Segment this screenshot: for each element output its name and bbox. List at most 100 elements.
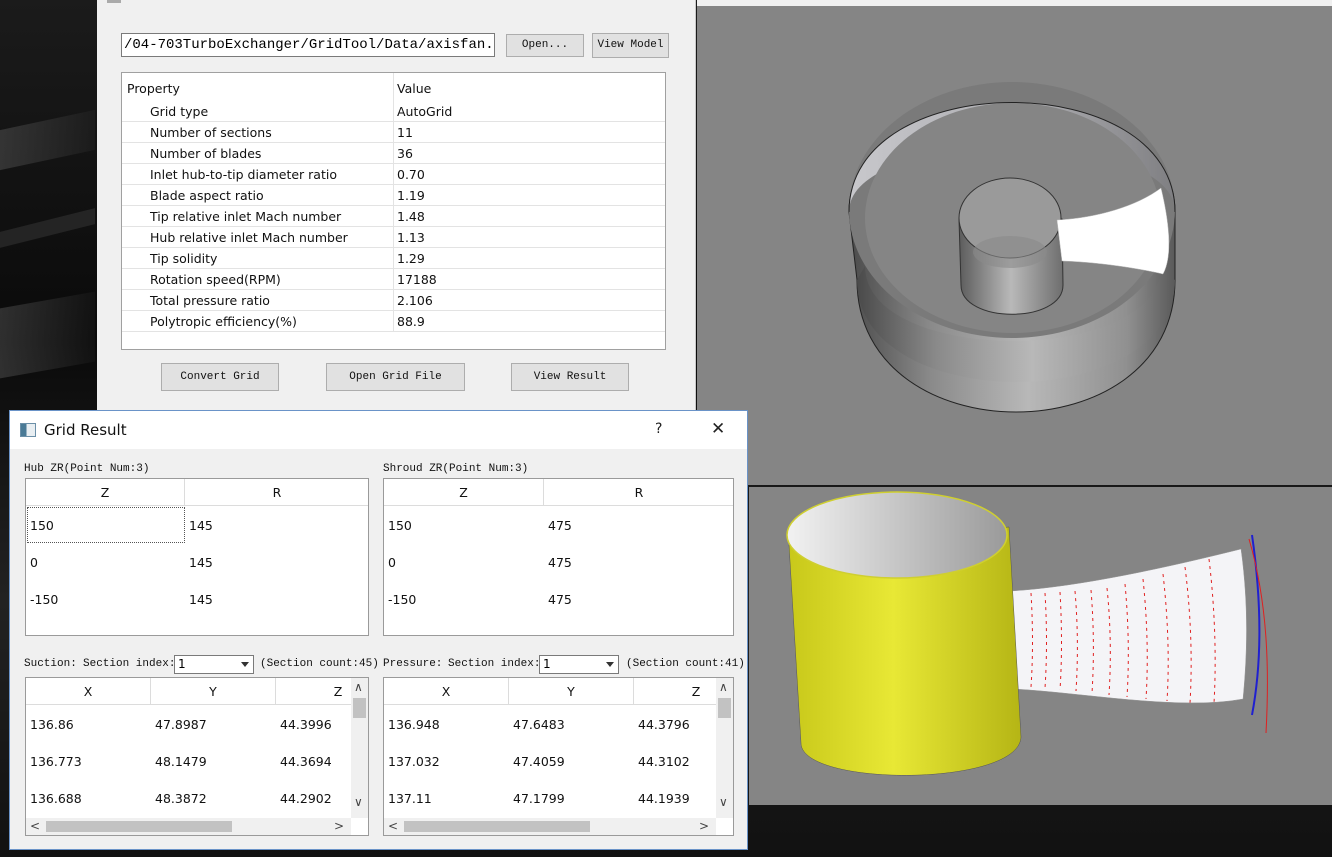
suction-section-index-select[interactable]: 1 (174, 655, 254, 674)
file-path-input[interactable]: /04-703TurboExchanger/GridTool/Data/axis… (121, 33, 495, 57)
property-row[interactable]: Inlet hub-to-tip diameter ratio 0.70 (122, 164, 665, 185)
table-cell[interactable]: 47.8987 (155, 717, 207, 732)
property-value: AutoGrid (397, 104, 453, 119)
view-result-button[interactable]: View Result (511, 363, 629, 391)
pressure-section-index-select[interactable]: 1 (539, 655, 619, 674)
table-header: Property Value (122, 73, 665, 101)
property-name: Polytropic efficiency(%) (150, 314, 297, 329)
shroud-table[interactable]: Z R 150 475 0 475 -150 475 (383, 478, 734, 636)
table-cell[interactable]: 475 (548, 592, 572, 607)
scroll-thumb[interactable] (404, 821, 590, 832)
desktop-background (0, 109, 95, 171)
suction-table[interactable]: X Y Z 136.86 47.8987 44.3996 136.773 48.1479 44.… (25, 677, 369, 836)
column-divider (393, 101, 394, 122)
column-header[interactable]: R (544, 479, 733, 506)
table-cell[interactable]: 0 (388, 555, 396, 570)
chevron-right-icon[interactable]: > (334, 820, 344, 832)
table-cell[interactable]: 47.6483 (513, 717, 565, 732)
table-cell[interactable]: 137.11 (388, 791, 432, 806)
close-icon[interactable]: ✕ (711, 419, 725, 439)
property-row[interactable]: Rotation speed(RPM) 17188 (122, 269, 665, 290)
model-viewport[interactable] (697, 0, 1332, 485)
table-cell[interactable]: 44.3796 (638, 717, 690, 732)
table-cell[interactable]: 475 (548, 555, 572, 570)
horizontal-scrollbar[interactable]: < > (26, 818, 351, 835)
property-row[interactable]: Total pressure ratio 2.106 (122, 290, 665, 311)
column-header[interactable]: Y (151, 678, 276, 705)
property-row[interactable]: Hub relative inlet Mach number 1.13 (122, 227, 665, 248)
chevron-up-icon[interactable]: ∧ (354, 681, 363, 693)
chevron-right-icon[interactable]: > (699, 820, 709, 832)
column-header[interactable]: X (384, 678, 509, 705)
chevron-down-icon[interactable]: ∨ (354, 796, 363, 808)
table-cell[interactable]: 48.1479 (155, 754, 207, 769)
table-cell[interactable]: 44.3996 (280, 717, 332, 732)
vertical-scrollbar[interactable]: ∧ ∨ (716, 678, 733, 818)
help-button[interactable]: ? (655, 421, 662, 437)
property-value: 17188 (397, 272, 437, 287)
suction-section-index-value: 1 (178, 657, 186, 671)
table-cell[interactable]: 136.773 (30, 754, 82, 769)
selected-cell[interactable] (27, 507, 185, 543)
open-button[interactable]: Open... (506, 34, 584, 57)
chevron-up-icon[interactable]: ∧ (719, 681, 728, 693)
table-cell[interactable]: 136.948 (388, 717, 440, 732)
blade-viewport[interactable] (749, 487, 1332, 805)
table-cell[interactable]: 145 (189, 555, 213, 570)
table-cell[interactable]: 44.1939 (638, 791, 690, 806)
scroll-thumb[interactable] (46, 821, 232, 832)
table-cell[interactable]: 44.2902 (280, 791, 332, 806)
open-grid-file-button[interactable]: Open Grid File (326, 363, 465, 391)
table-cell[interactable]: 48.3872 (155, 791, 207, 806)
table-cell[interactable]: 150 (388, 518, 412, 533)
viewport-border (697, 0, 1332, 6)
view-model-button[interactable]: View Model (592, 33, 669, 58)
app-icon (20, 423, 36, 437)
property-name: Number of blades (150, 146, 262, 161)
convert-grid-button[interactable]: Convert Grid (161, 363, 279, 391)
column-header[interactable]: Y (509, 678, 634, 705)
property-row[interactable]: Tip solidity 1.29 (122, 248, 665, 269)
property-row[interactable]: Polytropic efficiency(%) 88.9 (122, 311, 665, 332)
property-table: Property Value Grid type AutoGrid Number o… (121, 72, 666, 350)
chevron-down-icon[interactable]: ∨ (719, 796, 728, 808)
property-value: 36 (397, 146, 413, 161)
property-row[interactable]: Number of blades 36 (122, 143, 665, 164)
column-header[interactable]: R (185, 479, 368, 506)
pressure-table[interactable]: X Y Z 136.948 47.6483 44.3796 137.032 47.4059 44… (383, 677, 734, 836)
table-cell[interactable]: 136.86 (30, 717, 74, 732)
hub-table[interactable]: Z R 150 145 0 145 -150 145 (25, 478, 369, 636)
table-cell[interactable]: 145 (189, 592, 213, 607)
chevron-left-icon[interactable]: < (30, 820, 40, 832)
horizontal-scrollbar[interactable]: < > (384, 818, 716, 835)
table-cell[interactable]: -150 (30, 592, 58, 607)
vertical-scrollbar[interactable]: ∧ ∨ (351, 678, 368, 818)
scroll-thumb[interactable] (718, 698, 731, 718)
table-cell[interactable]: 137.032 (388, 754, 440, 769)
column-header[interactable]: Z (26, 479, 185, 506)
property-row[interactable]: Grid type AutoGrid (122, 101, 665, 122)
table-cell[interactable]: 136.688 (30, 791, 82, 806)
table-cell[interactable]: 44.3694 (280, 754, 332, 769)
table-cell[interactable]: 44.3102 (638, 754, 690, 769)
table-cell[interactable]: -150 (388, 592, 416, 607)
property-value: 88.9 (397, 314, 425, 329)
pressure-section-index-value: 1 (543, 657, 551, 671)
table-cell[interactable]: 145 (189, 518, 213, 533)
column-header[interactable]: Z (384, 479, 544, 506)
column-header[interactable]: X (26, 678, 151, 705)
window-icon (107, 0, 121, 3)
chevron-left-icon[interactable]: < (388, 820, 398, 832)
property-row[interactable]: Number of sections 11 (122, 122, 665, 143)
suction-label: Suction: (24, 658, 77, 670)
table-cell[interactable]: 475 (548, 518, 572, 533)
property-value: 1.13 (397, 230, 425, 245)
scroll-thumb[interactable] (353, 698, 366, 718)
property-row[interactable]: Tip relative inlet Mach number 1.48 (122, 206, 665, 227)
table-cell[interactable]: 0 (30, 555, 38, 570)
table-cell[interactable]: 47.1799 (513, 791, 565, 806)
table-cell[interactable]: 47.4059 (513, 754, 565, 769)
property-row[interactable]: Blade aspect ratio 1.19 (122, 185, 665, 206)
column-divider (393, 164, 394, 185)
property-name: Tip relative inlet Mach number (150, 209, 342, 224)
